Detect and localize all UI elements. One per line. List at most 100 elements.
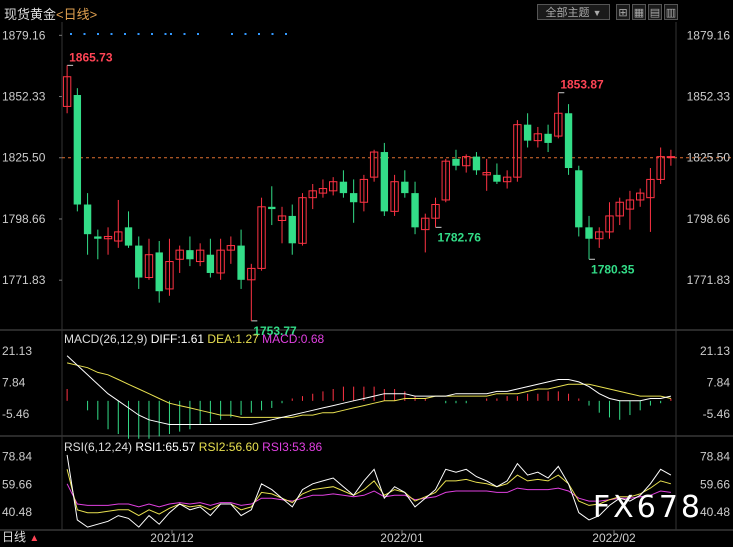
macd-tick-left: 7.84 <box>2 375 26 389</box>
macd-dea-value: DEA:1.27 <box>207 332 259 346</box>
event-marker-dot <box>244 33 247 35</box>
candle-body-down <box>73 95 82 205</box>
candle-body-down <box>380 152 389 212</box>
price-tick-left: 1852.33 <box>2 90 46 104</box>
price-tick-left: 1771.83 <box>2 273 46 287</box>
candle-body-down <box>349 193 358 203</box>
chart-canvas[interactable]: 1879.16 1879.16 1852.33 1852.33 1825.50 1825.… <box>0 0 733 547</box>
candle-body-down <box>452 158 460 166</box>
x-axis-label: 2022/02 <box>592 531 636 545</box>
rsi2-line <box>66 469 672 517</box>
rsi-title: RSI(6,12,24) <box>64 440 133 454</box>
event-marker-dot <box>170 33 172 35</box>
rsi-tick-left: 78.84 <box>2 450 32 464</box>
candle-body-down <box>94 236 102 239</box>
macd-dea-line <box>66 362 672 418</box>
rsi1-line <box>66 454 672 528</box>
grid-large-icon[interactable]: ▦ <box>632 4 646 20</box>
grid-lines <box>0 22 733 534</box>
price-tick-right: 1879.16 <box>687 28 731 42</box>
macd-tick-right: 21.13 <box>700 344 730 358</box>
price-tick-left: 1798.66 <box>2 212 46 226</box>
rsi2-value: RSI2:56.60 <box>198 440 259 454</box>
candle-body-down <box>124 227 133 246</box>
candlestick-series <box>62 65 676 321</box>
split-horizontal-icon[interactable]: ▤ <box>648 4 662 20</box>
macd-hist-value: MACD:0.68 <box>262 332 325 346</box>
rsi3-line <box>66 483 671 508</box>
candle-body-down <box>155 252 163 292</box>
candle-body-down <box>585 227 593 239</box>
macd-panel <box>66 355 672 439</box>
candle-body-down <box>135 245 143 278</box>
candle-body-down <box>268 206 276 210</box>
macd-diff-line <box>66 355 672 425</box>
event-marker-dot <box>231 33 233 35</box>
candle-body-up <box>666 156 676 159</box>
candle-body-down <box>339 181 348 194</box>
annotation-high2: 1853.87 <box>560 78 604 92</box>
rsi1-value: RSI1:65.57 <box>135 440 196 454</box>
candle-body-down <box>523 124 532 141</box>
candle-body-down <box>575 170 583 228</box>
rsi-panel <box>66 454 672 528</box>
annotation-high1: 1865.73 <box>69 50 113 64</box>
event-marker-dot <box>97 33 99 35</box>
candle-body-down <box>237 245 245 280</box>
rsi-legend: RSI(6,12,24) RSI1:65.57 RSI2:56.60 RSI3:… <box>64 440 322 454</box>
event-marker-dot <box>151 33 153 35</box>
price-tick-right: 1852.33 <box>687 90 731 104</box>
macd-tick-left: 21.13 <box>2 344 32 358</box>
price-tick-left: 1825.50 <box>2 151 46 165</box>
macd-diff-value: DIFF:1.61 <box>150 332 205 346</box>
candle-body-down <box>401 181 409 194</box>
chart-title: 现货黄金<日线> <box>4 4 97 23</box>
macd-title: MACD(26,12,9) <box>64 332 148 346</box>
event-marker-dot <box>183 33 186 35</box>
candle-body-down <box>206 254 215 273</box>
candle-body-down <box>83 204 92 235</box>
candle-body-down <box>472 156 481 171</box>
event-marker-dot <box>124 33 126 35</box>
macd-tick-right: -5.46 <box>703 407 731 421</box>
x-axis-label: 2021/12 <box>150 531 194 545</box>
period-label[interactable]: <日线> <box>56 7 97 22</box>
event-marker-dot <box>137 33 140 35</box>
rsi-tick-right: 59.66 <box>700 477 730 491</box>
theme-button-label: 全部主题 <box>545 7 590 19</box>
event-marker-dot <box>164 33 167 35</box>
axis-labels: 1879.16 1879.16 1852.33 1852.33 1825.50 1825.… <box>2 28 730 545</box>
instrument-name: 现货黄金 <box>4 7 57 22</box>
split-vertical-icon[interactable]: ▥ <box>664 4 678 20</box>
price-tick-right: 1825.50 <box>687 151 731 165</box>
candle-body-down <box>493 174 501 182</box>
rsi-tick-right: 40.48 <box>700 505 730 519</box>
event-marker-dot <box>70 33 72 35</box>
rsi-tick-right: 78.84 <box>700 450 730 464</box>
chevron-down-icon: ▼ <box>592 8 602 18</box>
candle-body-down <box>564 113 573 169</box>
candle-body-down <box>186 250 194 260</box>
watermark-logo: FX678 <box>592 490 703 525</box>
price-tick-left: 1879.16 <box>2 28 46 42</box>
triangle-up-icon: ▲ <box>29 533 40 544</box>
macd-tick-left: -5.46 <box>2 407 30 421</box>
x-axis-label: 2022/01 <box>380 531 424 545</box>
period-switch[interactable]: 日线 ▲ <box>2 528 39 545</box>
candle-body-down <box>544 133 552 143</box>
price-tick-right: 1771.83 <box>687 273 731 287</box>
rsi-tick-left: 40.48 <box>2 505 32 519</box>
candle-body-down <box>288 215 296 244</box>
grid-small-icon[interactable]: ⊞ <box>616 4 630 20</box>
annotation-low3: 1780.35 <box>591 262 635 276</box>
event-marker-dot <box>110 33 113 35</box>
period-tag-label: 日线 <box>2 530 27 544</box>
rsi-tick-left: 59.66 <box>2 477 32 491</box>
event-marker-dot <box>258 33 260 35</box>
event-marker-dot <box>285 33 287 35</box>
event-marker-dot <box>271 33 274 35</box>
theme-dropdown-button[interactable]: 全部主题 ▼ <box>537 4 610 20</box>
macd-legend: MACD(26,12,9) DIFF:1.61 DEA:1.27 MACD:0.… <box>64 332 324 346</box>
candle-body-down <box>411 193 419 228</box>
price-tick-right: 1798.66 <box>687 212 731 226</box>
